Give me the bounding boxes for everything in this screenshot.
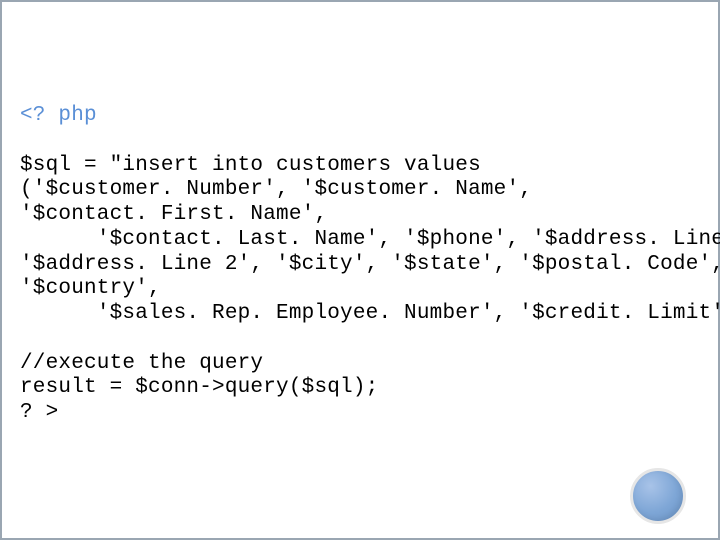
- code-line-7-indent: [20, 302, 97, 327]
- code-line-4-indent: [20, 228, 97, 253]
- code-line-3: '$contact. First. Name',: [20, 203, 327, 226]
- code-line-7: '$sales. Rep. Employee. Number', '$credi…: [97, 302, 720, 325]
- decorative-circle-icon: [630, 468, 686, 524]
- php-close-tag: ? >: [20, 401, 58, 424]
- slide-frame: <? php $sql = "insert into customers val…: [0, 0, 720, 540]
- php-open-tag: <? php: [20, 104, 97, 127]
- code-line-5: '$address. Line 2', '$city', '$state', '…: [20, 253, 720, 276]
- code-result: result = $conn->query($sql);: [20, 376, 378, 399]
- code-line-1: $sql = "insert into customers values: [20, 154, 481, 177]
- code-block: <? php $sql = "insert into customers val…: [20, 104, 704, 426]
- code-line-2: ('$customer. Number', '$customer. Name',: [20, 178, 532, 201]
- code-comment: //execute the query: [20, 352, 263, 375]
- code-line-4: '$contact. Last. Name', '$phone', '$addr…: [97, 228, 720, 251]
- code-line-6: '$country',: [20, 277, 161, 300]
